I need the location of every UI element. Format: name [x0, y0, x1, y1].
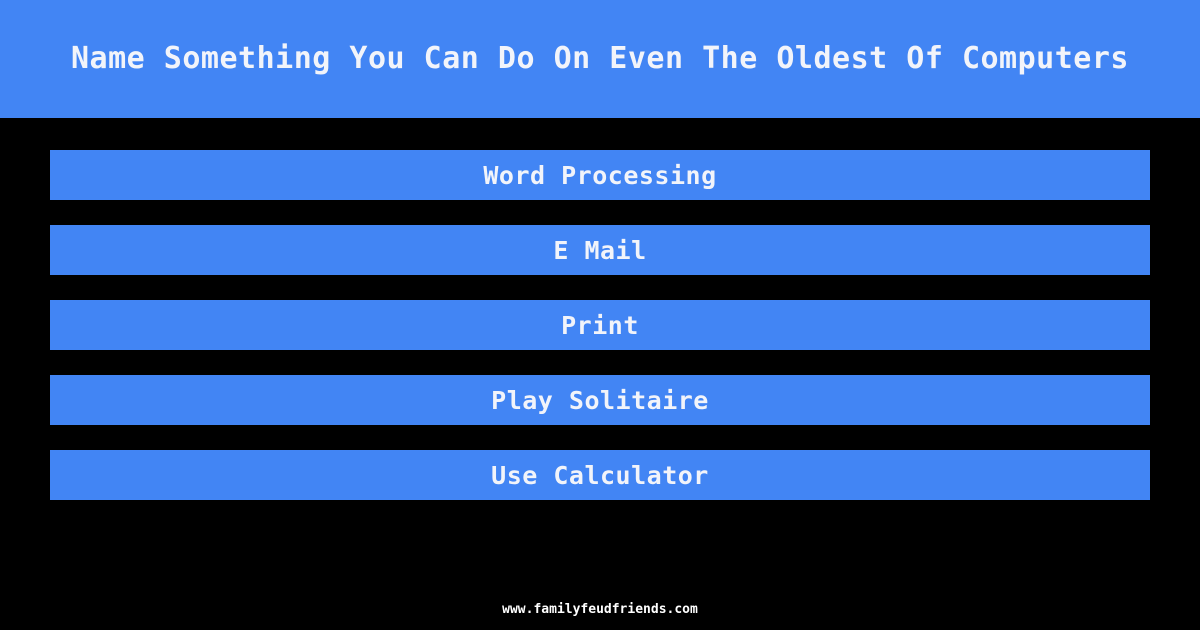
answer-row-4[interactable]: Play Solitaire — [50, 375, 1150, 425]
answer-row-5[interactable]: Use Calculator — [50, 450, 1150, 500]
family-feud-answer-card: Name Something You Can Do On Even The Ol… — [0, 0, 1200, 630]
answer-label-3: Print — [561, 310, 639, 340]
page-title: Name Something You Can Do On Even The Ol… — [70, 41, 1129, 76]
site-url[interactable]: www.familyfeudfriends.com — [502, 602, 698, 617]
answer-row-1[interactable]: Word Processing — [50, 150, 1150, 200]
answer-row-2[interactable]: E Mail — [50, 225, 1150, 275]
answer-label-5: Use Calculator — [491, 460, 709, 490]
question-header: Name Something You Can Do On Even The Ol… — [0, 0, 1200, 118]
footer: www.familyfeudfriends.com — [0, 598, 1200, 617]
answer-row-3[interactable]: Print — [50, 300, 1150, 350]
answer-list: Word Processing E Mail Print Play Solita… — [50, 150, 1150, 500]
answer-label-4: Play Solitaire — [491, 385, 709, 415]
answer-label-1: Word Processing — [483, 160, 717, 190]
answer-label-2: E Mail — [553, 235, 647, 265]
